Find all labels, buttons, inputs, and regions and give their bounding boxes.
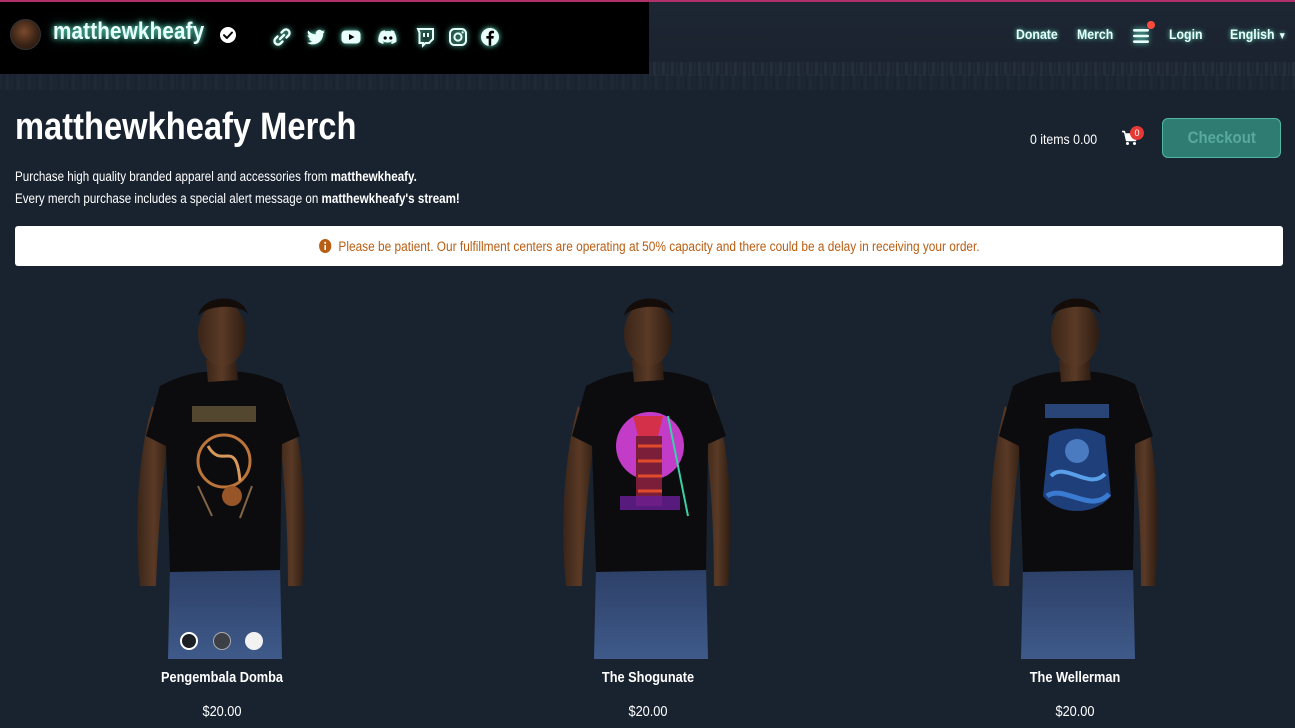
youtube-icon[interactable] <box>340 26 362 48</box>
page-title: matthewkheafy Merch <box>15 106 357 148</box>
header-brand-bar: matthewkheafy <box>0 2 649 74</box>
notification-dot <box>1147 21 1155 29</box>
facebook-icon[interactable] <box>479 26 501 48</box>
chevron-down-icon: ▼ <box>1277 31 1287 42</box>
instagram-icon[interactable] <box>447 26 469 48</box>
product-name[interactable]: The Shogunate <box>463 670 833 686</box>
twitch-icon[interactable] <box>414 26 436 48</box>
product-price: $20.00 <box>202 704 242 720</box>
description-bold: matthewkheafy's stream! <box>321 191 460 206</box>
notice-banner: Please be patient. Our fulfillment cente… <box>15 226 1283 266</box>
nav-merch[interactable]: Merch <box>1077 26 1113 42</box>
nav-donate[interactable]: Donate <box>1016 26 1058 42</box>
product-card[interactable]: The Shogunate $20.00 <box>438 286 858 728</box>
description-line-1: Purchase high quality branded apparel an… <box>15 169 417 184</box>
language-selector[interactable]: English ▼ <box>1230 26 1287 42</box>
link-icon[interactable] <box>271 26 293 48</box>
discord-icon[interactable] <box>377 26 399 48</box>
verified-check-icon <box>220 27 236 43</box>
product-price: $20.00 <box>1055 704 1095 720</box>
checkout-button[interactable]: Checkout <box>1162 118 1281 158</box>
nav-login[interactable]: Login <box>1169 26 1203 42</box>
description-text: Every merch purchase includes a special … <box>15 191 322 206</box>
avatar[interactable] <box>10 19 41 50</box>
cart-summary[interactable]: 0 items 0.00 <box>1030 131 1097 147</box>
product-name[interactable]: Pengembala Domba <box>37 670 407 686</box>
language-label: English <box>1230 26 1275 42</box>
info-circle-icon <box>318 239 332 253</box>
hamburger-menu-icon[interactable] <box>1132 27 1152 45</box>
twitter-icon[interactable] <box>305 26 327 48</box>
product-card[interactable]: The Wellerman $20.00 <box>865 286 1285 728</box>
description-line-2: Every merch purchase includes a special … <box>15 191 460 206</box>
product-image[interactable] <box>538 286 758 659</box>
description-text: Purchase high quality branded apparel an… <box>15 169 331 184</box>
product-image[interactable] <box>965 286 1185 659</box>
color-swatch-gray[interactable] <box>213 632 231 650</box>
notice-text: Please be patient. Our fulfillment cente… <box>338 238 980 254</box>
product-price: $20.00 <box>628 704 668 720</box>
product-image[interactable] <box>112 286 332 659</box>
brand-name[interactable]: matthewkheafy <box>53 18 204 46</box>
shirt-print <box>616 412 689 517</box>
product-card[interactable]: Pengembala Domba $20.00 <box>12 286 432 728</box>
color-swatch-white[interactable] <box>245 632 263 650</box>
checkout-label: Checkout <box>1187 128 1256 147</box>
color-swatch-black[interactable] <box>180 632 198 650</box>
description-bold: matthewkheafy. <box>330 169 417 184</box>
header-texture-fade <box>0 74 1295 90</box>
product-name[interactable]: The Wellerman <box>890 670 1260 686</box>
cart-count-badge: 0 <box>1130 126 1144 140</box>
